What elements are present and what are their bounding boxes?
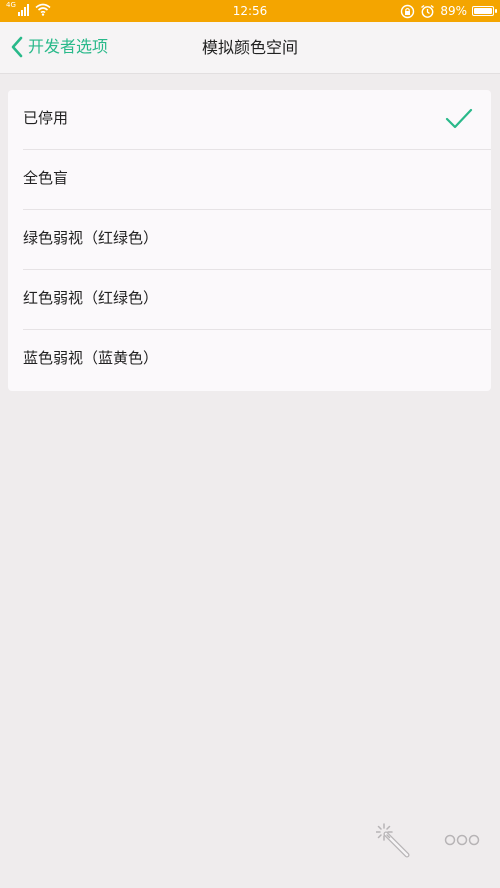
option-label: 全色盲 xyxy=(23,169,69,187)
option-disabled[interactable]: 已停用 xyxy=(23,90,491,150)
option-tritanomaly[interactable]: 蓝色弱视（蓝黄色） xyxy=(23,330,491,390)
page-title: 模拟颜色空间 xyxy=(201,38,298,57)
option-monochromacy[interactable]: 全色盲 xyxy=(23,150,491,210)
option-deuteranomaly[interactable]: 绿色弱视（红绿色） xyxy=(23,210,491,270)
magic-wand-icon[interactable] xyxy=(376,822,412,858)
checkmark-icon xyxy=(445,108,473,129)
battery-percent: 89% xyxy=(440,4,467,18)
rotation-lock-icon xyxy=(401,4,415,18)
status-right: 89% xyxy=(400,3,497,19)
nav-bar: 开发者选项 模拟颜色空间 xyxy=(0,22,500,74)
battery-fill xyxy=(474,8,492,14)
battery-icon xyxy=(472,6,497,16)
color-space-options: 已停用 全色盲 绿色弱视（红绿色） 红色弱视（红绿色） 蓝色弱视（蓝黄色） xyxy=(8,90,491,391)
option-label: 绿色弱视（红绿色） xyxy=(23,229,159,247)
option-protanomaly[interactable]: 红色弱视（红绿色） xyxy=(23,270,491,330)
option-label: 红色弱视（红绿色） xyxy=(23,289,159,307)
alarm-icon xyxy=(421,4,435,18)
more-icon[interactable] xyxy=(442,828,482,852)
option-label: 蓝色弱视（蓝黄色） xyxy=(23,349,159,367)
bottom-actions xyxy=(0,820,500,860)
option-label: 已停用 xyxy=(23,109,69,127)
status-bar: 4G 12:56 89% xyxy=(0,0,500,22)
